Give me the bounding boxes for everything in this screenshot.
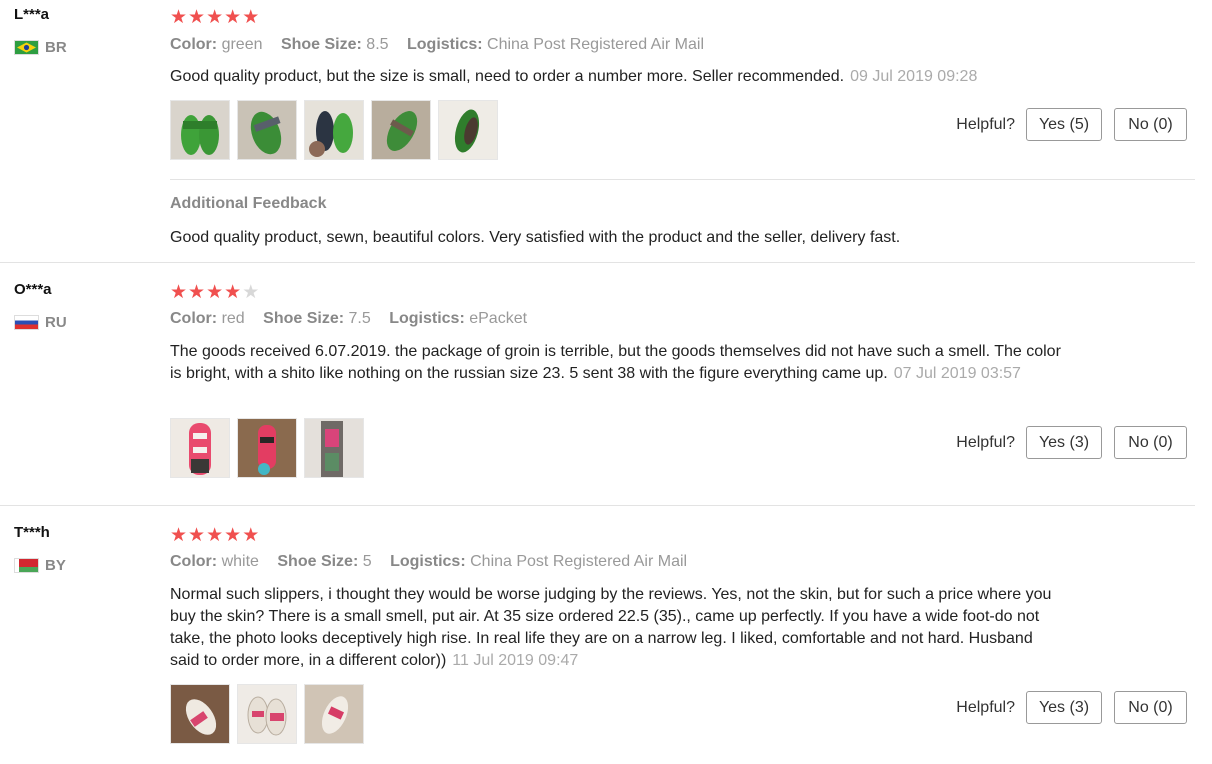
- attr-value-logistics: China Post Registered Air Mail: [470, 553, 688, 570]
- attr-label-color: Color:: [170, 36, 218, 53]
- review-photo[interactable]: [170, 418, 230, 478]
- reviewer-country: BY: [14, 557, 66, 574]
- attr-label-logistics: Logistics:: [389, 310, 465, 327]
- review-photo[interactable]: [438, 100, 498, 160]
- reviewer-country: BR: [14, 39, 67, 56]
- additional-feedback-text: Good quality product, sewn, beautiful co…: [170, 229, 901, 246]
- star-icon: ★: [242, 525, 261, 546]
- review-date: 09 Jul 2019 09:28: [850, 68, 978, 85]
- attr-label-size: Shoe Size:: [277, 553, 359, 570]
- attr-value-size: 5: [362, 553, 372, 570]
- star-rating: ★★★★★: [170, 8, 260, 27]
- divider: [170, 179, 1195, 180]
- review-divider: [0, 505, 1195, 506]
- reviewer-country: RU: [14, 314, 67, 331]
- star-rating: ★★★★★: [170, 526, 260, 545]
- product-attributes: Color: white Shoe Size: 5 Logistics: Chi…: [170, 553, 701, 571]
- attr-label-color: Color:: [170, 310, 218, 327]
- attr-label-logistics: Logistics:: [390, 553, 466, 570]
- review-divider: [0, 262, 1195, 263]
- attr-value-size: 8.5: [366, 36, 389, 53]
- helpful-no-button[interactable]: No (0): [1114, 426, 1187, 459]
- star-icon: ★: [188, 7, 207, 28]
- attr-value-size: 7.5: [348, 310, 371, 327]
- attr-value-color: green: [221, 36, 263, 53]
- helpful-yes-button[interactable]: Yes (3): [1026, 426, 1102, 459]
- review-text: The goods received 6.07.2019. the packag…: [170, 341, 1070, 385]
- review-date: 11 Jul 2019 09:47: [452, 652, 579, 669]
- flag-ru-icon: [14, 315, 39, 330]
- review-body: Normal such slippers, i thought they wou…: [170, 586, 1052, 669]
- helpful-controls: Helpful? Yes (5) No (0): [956, 108, 1187, 141]
- helpful-label: Helpful?: [956, 115, 1015, 133]
- review-photo[interactable]: [237, 684, 297, 744]
- review-photos: [170, 418, 364, 478]
- helpful-yes-button[interactable]: Yes (3): [1026, 691, 1102, 724]
- review-photo[interactable]: [170, 100, 230, 160]
- review-photo[interactable]: [237, 418, 297, 478]
- star-icon: ★: [242, 282, 261, 303]
- product-attributes: Color: red Shoe Size: 7.5 Logistics: ePa…: [170, 310, 541, 328]
- attr-value-logistics: ePacket: [469, 310, 528, 327]
- review-text: Good quality product, but the size is sm…: [170, 66, 1070, 88]
- reviewer-name: T***h: [14, 524, 50, 541]
- attr-label-color: Color:: [170, 553, 218, 570]
- review-photo[interactable]: [304, 684, 364, 744]
- star-icon: ★: [242, 7, 261, 28]
- attr-value-logistics: China Post Registered Air Mail: [487, 36, 704, 53]
- review-photos: [170, 100, 498, 160]
- star-icon: ★: [224, 525, 243, 546]
- attr-label-size: Shoe Size:: [263, 310, 345, 327]
- helpful-controls: Helpful? Yes (3) No (0): [956, 426, 1187, 459]
- helpful-label: Helpful?: [956, 698, 1015, 716]
- helpful-label: Helpful?: [956, 433, 1015, 451]
- attr-value-color: white: [221, 553, 259, 570]
- country-code: RU: [45, 314, 67, 331]
- star-rating: ★★★★★: [170, 283, 260, 302]
- product-attributes: Color: green Shoe Size: 8.5 Logistics: C…: [170, 36, 718, 54]
- flag-by-icon: [14, 558, 39, 573]
- additional-feedback-title: Additional Feedback: [170, 195, 327, 212]
- review-photo[interactable]: [237, 100, 297, 160]
- helpful-no-button[interactable]: No (0): [1114, 691, 1187, 724]
- star-icon: ★: [224, 282, 243, 303]
- flag-br-icon: [14, 40, 39, 55]
- review-photo[interactable]: [304, 418, 364, 478]
- review-photos: [170, 684, 364, 744]
- helpful-no-button[interactable]: No (0): [1114, 108, 1187, 141]
- helpful-yes-button[interactable]: Yes (5): [1026, 108, 1102, 141]
- star-icon: ★: [206, 7, 225, 28]
- review-body: Good quality product, but the size is sm…: [170, 68, 845, 85]
- review-text: Normal such slippers, i thought they wou…: [170, 584, 1055, 672]
- country-code: BY: [45, 557, 66, 574]
- attr-value-color: red: [221, 310, 245, 327]
- star-icon: ★: [170, 7, 189, 28]
- star-icon: ★: [206, 525, 225, 546]
- star-icon: ★: [224, 7, 243, 28]
- country-code: BR: [45, 39, 67, 56]
- review-photo[interactable]: [304, 100, 364, 160]
- review-photo[interactable]: [170, 684, 230, 744]
- helpful-controls: Helpful? Yes (3) No (0): [956, 691, 1187, 724]
- attr-label-size: Shoe Size:: [280, 36, 362, 53]
- star-icon: ★: [206, 282, 225, 303]
- star-icon: ★: [170, 282, 189, 303]
- attr-label-logistics: Logistics:: [407, 36, 483, 53]
- star-icon: ★: [188, 282, 207, 303]
- review-date: 07 Jul 2019 03:57: [893, 365, 1021, 382]
- reviewer-name: L***a: [14, 6, 50, 23]
- review-photo[interactable]: [371, 100, 431, 160]
- reviewer-name: O***a: [14, 281, 52, 298]
- star-icon: ★: [188, 525, 207, 546]
- star-icon: ★: [170, 525, 189, 546]
